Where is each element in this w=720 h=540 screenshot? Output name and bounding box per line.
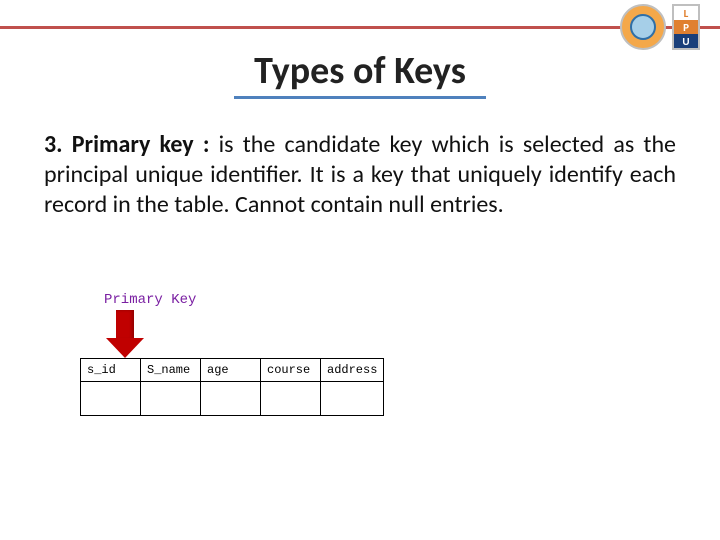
figure-caption: Primary Key: [104, 292, 384, 308]
lpu-logo-p: P: [674, 20, 698, 34]
col-header: course: [261, 359, 321, 382]
university-seal-icon: [620, 4, 666, 50]
slide: L P U Types of Keys 3. Primary key : is …: [0, 0, 720, 540]
seal-inner-icon: [630, 14, 656, 40]
top-rule: [0, 26, 720, 29]
table-cell: [261, 382, 321, 416]
col-header: address: [321, 359, 384, 382]
primary-key-figure: Primary Key s_id S_name age course addre…: [80, 292, 384, 416]
slide-title: Types of Keys: [0, 48, 720, 94]
logo-group: L P U: [620, 4, 700, 50]
lpu-logo-l: L: [674, 6, 698, 20]
schema-table: s_id S_name age course address: [80, 358, 384, 416]
table-header-row: s_id S_name age course address: [81, 359, 384, 382]
table-cell: [321, 382, 384, 416]
table-cell: [81, 382, 141, 416]
col-header: age: [201, 359, 261, 382]
col-header: s_id: [81, 359, 141, 382]
lpu-logo-icon: L P U: [672, 4, 700, 50]
table-cell: [201, 382, 261, 416]
lpu-logo-u: U: [674, 34, 698, 48]
arrow-shaft: [116, 310, 134, 340]
arrow-down-icon: [104, 310, 184, 358]
title-underline: [234, 96, 486, 99]
table-row: [81, 382, 384, 416]
col-header: S_name: [141, 359, 201, 382]
body-paragraph: 3. Primary key : is the candidate key wh…: [44, 130, 676, 220]
definition-heading: 3. Primary key :: [44, 130, 209, 159]
table-cell: [141, 382, 201, 416]
arrow-head: [106, 338, 144, 358]
